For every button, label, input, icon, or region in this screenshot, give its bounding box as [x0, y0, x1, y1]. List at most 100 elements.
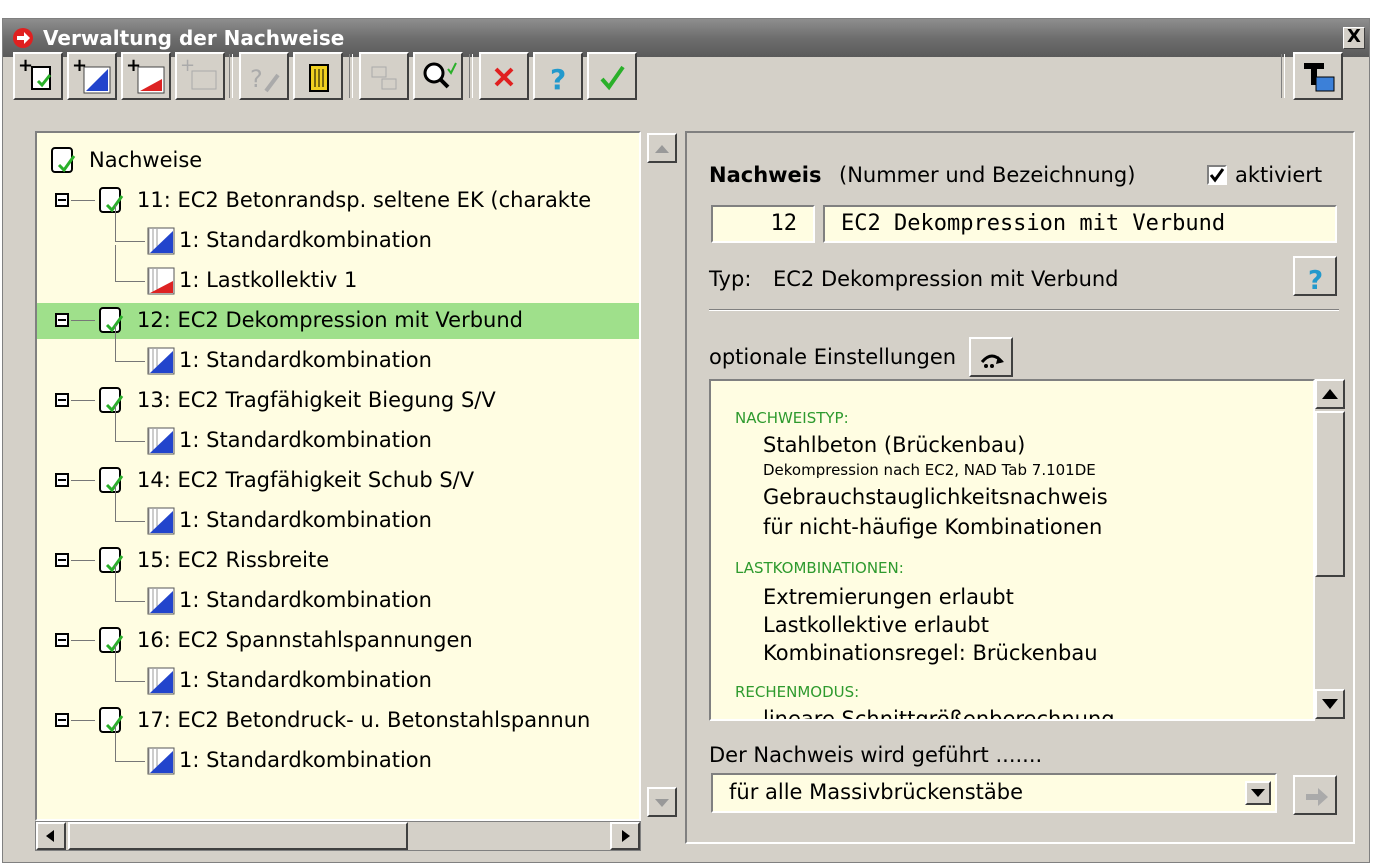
scroll-thumb[interactable]: [68, 822, 408, 850]
tree-nachweis-item[interactable]: 11: EC2 Betonrandsp. seltene EK (charakt…: [37, 183, 639, 219]
tree-child-item[interactable]: 1: Standardkombination: [37, 565, 639, 619]
nachweis-name-field[interactable]: EC2 Dekompression mit Verbund: [823, 205, 1337, 243]
tree-child-label: 1: Standardkombination: [179, 228, 432, 252]
dropdown-button[interactable]: [1245, 781, 1271, 805]
gefuehrt-select[interactable]: für alle Massivbrückenstäbe: [711, 773, 1277, 813]
option-line: für nicht-häufige Kombinationen: [763, 515, 1103, 539]
tree-vertical-scrollbar[interactable]: [645, 131, 679, 821]
add-standardkombination-button[interactable]: +: [67, 52, 117, 100]
document-check-icon: [97, 545, 127, 580]
print-button[interactable]: [1293, 52, 1343, 100]
document-check-icon: [97, 625, 127, 660]
collapse-icon[interactable]: [55, 553, 69, 567]
tree-child-item[interactable]: 1: Standardkombination: [37, 205, 639, 259]
tree-child-item[interactable]: 1: Standardkombination: [37, 485, 639, 539]
scroll-thumb[interactable]: [1315, 411, 1345, 577]
tree-nachweis-item[interactable]: 16: EC2 Spannstahlspannungen: [37, 623, 639, 659]
divider: [709, 309, 1339, 311]
help-button[interactable]: ?: [533, 52, 583, 100]
close-button[interactable]: X: [1343, 27, 1365, 49]
svg-text:?: ?: [550, 63, 566, 96]
delete-button[interactable]: [293, 52, 343, 100]
tree-nachweis-label: 14: EC2 Tragfähigkeit Schub S/V: [137, 468, 475, 492]
arrow-down-icon: [1322, 699, 1338, 709]
checkmark-icon: [600, 65, 625, 91]
optionale-settings-button[interactable]: [969, 337, 1013, 377]
flowchart-button[interactable]: [359, 52, 409, 100]
document-check-icon: [97, 185, 127, 220]
typ-help-button[interactable]: ?: [1293, 256, 1337, 296]
tree-connector: [71, 200, 95, 201]
tree-child-item[interactable]: 1: Lastkollektiv 1: [37, 245, 639, 299]
options-scrollbar[interactable]: [1315, 379, 1345, 721]
tree-connector: [71, 720, 95, 721]
section-heading: NACHWEISTYP:: [735, 409, 849, 427]
cancel-button[interactable]: [479, 52, 529, 100]
nachweis-number-field[interactable]: 12: [711, 205, 815, 243]
tree-connector: [115, 601, 145, 602]
gefuehrt-select-value: für alle Massivbrückenstäbe: [729, 780, 1024, 804]
collapse-icon[interactable]: [55, 193, 69, 207]
standardkombination-icon: [147, 747, 175, 780]
close-x-icon: [494, 67, 514, 87]
tree-nachweis-item[interactable]: 14: EC2 Tragfähigkeit Schub S/V: [37, 463, 639, 499]
options-textbox[interactable]: NACHWEISTYP: Stahlbeton (Brückenbau) Dek…: [709, 379, 1315, 721]
svg-text:+: +: [180, 57, 195, 76]
nachweis-tree[interactable]: Nachweise 11: EC2 Betonrandsp. seltene EK…: [35, 131, 641, 821]
tree-child-item[interactable]: 1: Standardkombination: [37, 325, 639, 379]
tree-connector: [115, 361, 145, 362]
typ-label: Typ:: [709, 267, 752, 291]
collapse-icon[interactable]: [55, 633, 69, 647]
tree-child-label: 1: Standardkombination: [179, 668, 432, 692]
tree-nachweis-item[interactable]: 17: EC2 Betondruck- u. Betonstahlspannun: [37, 703, 639, 739]
collapse-icon[interactable]: [55, 713, 69, 727]
scroll-up-button[interactable]: [647, 133, 677, 163]
help-icon: ?: [550, 63, 566, 96]
tree-horizontal-scrollbar[interactable]: [35, 821, 641, 851]
settings-swap-icon: [980, 354, 1004, 368]
tree-child-item[interactable]: 1: Standardkombination: [37, 405, 639, 459]
aktiviert-checkbox[interactable]: [1207, 165, 1227, 185]
add-nachweis-button[interactable]: +: [13, 52, 63, 100]
flowchart-icon: [371, 66, 397, 90]
tree-nachweis-item[interactable]: 13: EC2 Tragfähigkeit Biegung S/V: [37, 383, 639, 419]
scroll-down-button[interactable]: [1315, 689, 1345, 719]
tree-connector: [115, 681, 145, 682]
add-special-button[interactable]: +: [175, 52, 225, 100]
tree-connector: [115, 405, 116, 441]
gefuehrt-apply-button[interactable]: [1293, 775, 1337, 815]
window-title: Verwaltung der Nachweise: [43, 26, 345, 50]
tree-connector: [71, 640, 95, 641]
scroll-left-button[interactable]: [36, 822, 66, 850]
check-button[interactable]: [413, 52, 463, 100]
main-window: Verwaltung der Nachweise X + + + + ? ? N…: [2, 18, 1370, 863]
tree-root[interactable]: Nachweise: [37, 143, 639, 179]
gefuehrt-label: Der Nachweis wird geführt .......: [709, 743, 1043, 767]
tree-child-item[interactable]: 1: Standardkombination: [37, 725, 639, 780]
ok-button[interactable]: [587, 52, 637, 100]
option-line: Lastkollektive erlaubt: [763, 613, 989, 637]
tree-nachweis-item[interactable]: 12: EC2 Dekompression mit Verbund: [37, 303, 639, 339]
scroll-up-button[interactable]: [1315, 379, 1345, 409]
collapse-icon[interactable]: [55, 473, 69, 487]
arrow-right-icon: [622, 830, 630, 842]
tree-child-item[interactable]: 1: Standardkombination: [37, 645, 639, 699]
add-lastkollektiv-button[interactable]: +: [121, 52, 171, 100]
tree-nachweis-item[interactable]: 15: EC2 Rissbreite: [37, 543, 639, 579]
tree-connector: [115, 205, 116, 241]
scroll-down-button[interactable]: [647, 787, 677, 817]
svg-text:?: ?: [1308, 266, 1323, 295]
option-line: Stahlbeton (Brückenbau): [763, 433, 1026, 457]
document-check-icon: [97, 385, 127, 420]
arrow-right-icon: [1306, 788, 1328, 806]
collapse-icon[interactable]: [55, 313, 69, 327]
tree-connector: [71, 480, 95, 481]
scroll-right-button[interactable]: [610, 822, 640, 850]
tree-child-label: 1: Standardkombination: [179, 508, 432, 532]
tree-nachweis-label: 12: EC2 Dekompression mit Verbund: [137, 308, 523, 332]
collapse-icon[interactable]: [55, 393, 69, 407]
document-check-icon: [49, 145, 79, 180]
toolbar-separator: [349, 54, 353, 98]
option-line-small: Dekompression nach EC2, NAD Tab 7.101DE: [763, 461, 1096, 479]
edit-button[interactable]: ?: [239, 52, 289, 100]
